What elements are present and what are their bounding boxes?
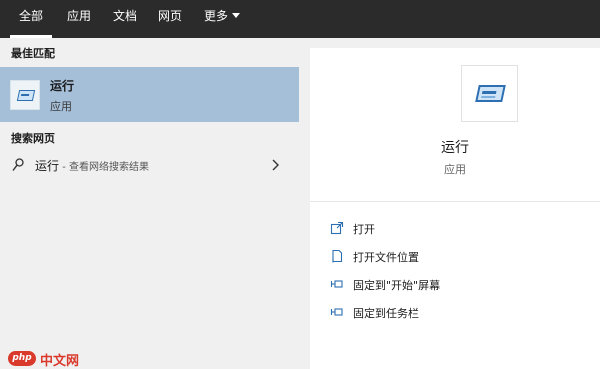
results-pane: 最佳匹配 运行 应用 搜索网页 运行 - 查看网络搜索结果 <box>0 38 299 369</box>
open-icon <box>330 221 344 235</box>
watermark-text: 中文网 <box>40 354 80 369</box>
search-filter-bar: 全部 应用 文档 网页 更多 <box>0 0 600 38</box>
chevron-down-icon <box>232 13 240 18</box>
best-match-title: 运行 <box>50 79 75 93</box>
tab-all-label: 全部 <box>18 9 43 23</box>
web-search-hint: - 查看网络搜索结果 <box>59 162 149 173</box>
tab-web[interactable]: 网页 <box>151 0 189 38</box>
best-match-subtitle: 应用 <box>50 100 72 113</box>
web-search-query: 运行 <box>35 159 60 173</box>
web-search-item[interactable]: 运行 - 查看网络搜索结果 <box>0 151 299 179</box>
action-pin-to-taskbar-label: 固定到任务栏 <box>353 307 419 320</box>
tab-documents-label: 文档 <box>112 9 137 23</box>
tab-apps[interactable]: 应用 <box>60 0 98 38</box>
tab-apps-label: 应用 <box>66 9 91 23</box>
detail-card: 运行 应用 <box>310 48 600 201</box>
web-search-heading: 搜索网页 <box>11 132 55 145</box>
web-search-label: 运行 - 查看网络搜索结果 <box>35 157 149 174</box>
run-dialog-icon <box>461 65 518 122</box>
tab-documents[interactable]: 文档 <box>106 0 144 38</box>
file-location-icon <box>332 249 343 263</box>
tab-web-label: 网页 <box>157 9 182 23</box>
chevron-right-icon[interactable] <box>270 158 280 172</box>
action-list: 打开 打开文件位置 固定到"开始"屏幕 固定到任务栏 <box>310 201 600 369</box>
run-dialog-icon <box>10 80 40 110</box>
watermark-logo: php 中文网 <box>8 350 88 369</box>
search-icon <box>12 158 24 171</box>
pin-icon <box>330 308 343 316</box>
action-open-file-location-label: 打开文件位置 <box>353 251 419 264</box>
tab-more[interactable]: 更多 <box>196 0 248 38</box>
tab-more-label: 更多 <box>203 9 228 23</box>
best-match-heading: 最佳匹配 <box>11 47 55 60</box>
tab-all[interactable]: 全部 <box>10 0 52 38</box>
detail-pane: 运行 应用 打开 打开文件位置 固定到"开始"屏幕 固定到任务栏 <box>310 48 600 369</box>
action-pin-to-start-label: 固定到"开始"屏幕 <box>353 279 441 292</box>
best-match-item[interactable]: 运行 应用 <box>0 67 299 122</box>
action-open-label: 打开 <box>353 223 375 236</box>
pin-icon <box>330 280 343 288</box>
detail-subtitle: 应用 <box>444 163 466 176</box>
detail-title: 运行 <box>441 140 469 156</box>
watermark-badge: php <box>8 351 36 366</box>
